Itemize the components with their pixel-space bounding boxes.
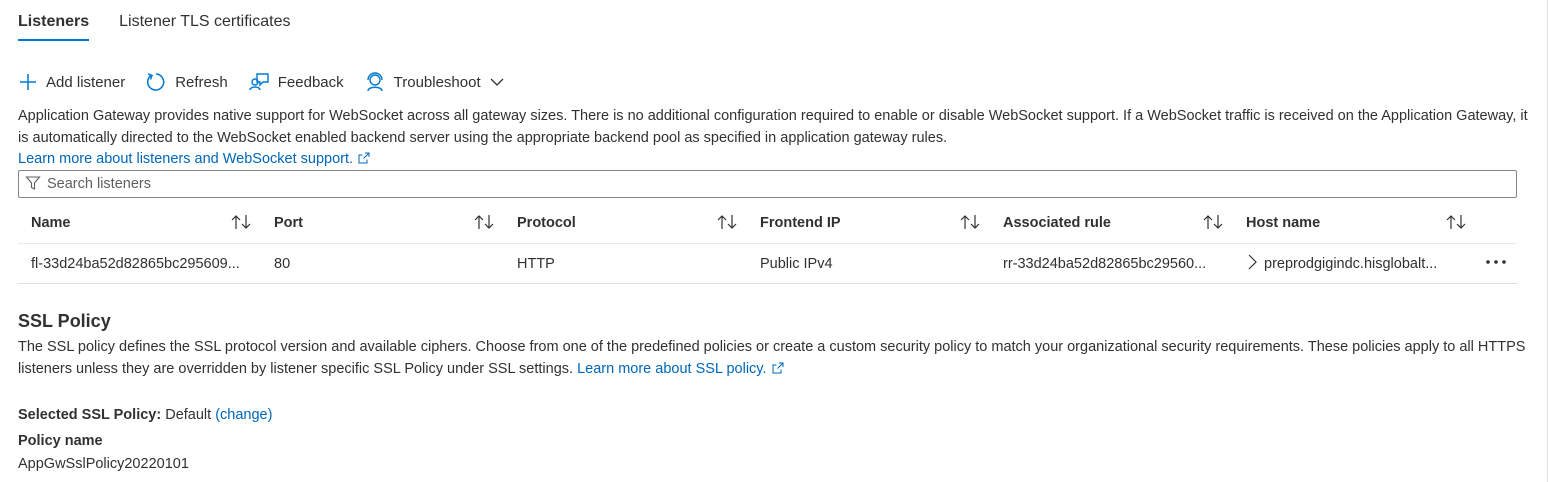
listeners-table: Name Port Protocol Frontend IP Associate…	[18, 202, 1517, 284]
ssl-policy-heading: SSL Policy	[18, 311, 111, 331]
column-header-name[interactable]: Name	[18, 214, 261, 231]
filter-icon	[25, 175, 41, 194]
feedback-label: Feedback	[277, 73, 344, 91]
change-ssl-policy-link[interactable]: (change)	[215, 407, 272, 423]
host-name-text: preprodgigindc.hisglobalt...	[1264, 255, 1438, 272]
websocket-description: Application Gateway provides native supp…	[18, 108, 1528, 146]
selected-ssl-policy: Selected SSL Policy: Default (change)	[18, 405, 272, 425]
sort-icon[interactable]	[473, 213, 495, 235]
table-header: Name Port Protocol Frontend IP Associate…	[18, 202, 1517, 244]
add-listener-button[interactable]: Add listener	[18, 72, 125, 92]
sort-icon[interactable]	[716, 213, 738, 235]
feedback-button[interactable]: Feedback	[248, 71, 344, 93]
learn-more-websocket-link[interactable]: Learn more about listeners and WebSocket…	[18, 149, 370, 170]
column-label: Protocol	[517, 214, 576, 231]
learn-more-websocket-text: Learn more about listeners and WebSocket…	[18, 151, 354, 167]
troubleshoot-label: Troubleshoot	[393, 73, 481, 91]
column-header-protocol[interactable]: Protocol	[504, 214, 747, 231]
troubleshoot-button[interactable]: Troubleshoot	[364, 71, 505, 93]
chevron-down-icon	[489, 74, 505, 90]
cell-associated-rule[interactable]: rr-33d24ba52d82865bc29560...	[990, 256, 1233, 272]
search-listeners-input[interactable]	[47, 176, 1447, 192]
sort-icon[interactable]	[230, 213, 252, 235]
plus-icon	[18, 72, 38, 92]
feedback-icon	[248, 71, 270, 93]
cell-protocol: HTTP	[517, 255, 555, 272]
column-header-frontend-ip[interactable]: Frontend IP	[747, 214, 990, 231]
tab-listeners[interactable]: Listeners	[18, 0, 90, 44]
column-label: Associated rule	[1003, 214, 1111, 231]
column-header-associated-rule[interactable]: Associated rule	[990, 214, 1233, 231]
cell-port: 80	[274, 255, 291, 272]
external-link-icon	[358, 150, 370, 170]
cell-frontend-ip: Public IPv4	[760, 255, 833, 272]
refresh-icon	[145, 71, 167, 93]
column-label: Name	[31, 214, 71, 231]
chevron-right-icon[interactable]	[1246, 253, 1258, 275]
listeners-page: Listeners Listener TLS certificates Add …	[0, 0, 1548, 482]
tab-bar: Listeners Listener TLS certificates	[18, 0, 290, 44]
selected-ssl-policy-label: Selected SSL Policy:	[18, 407, 162, 423]
refresh-button[interactable]: Refresh	[145, 71, 228, 93]
learn-more-ssl-text: Learn more about SSL policy.	[577, 361, 767, 377]
column-label: Frontend IP	[760, 214, 841, 231]
policy-name-value: AppGwSslPolicy20220101	[18, 456, 189, 472]
column-label: Port	[274, 214, 303, 231]
policy-name-label: Policy name	[18, 433, 103, 449]
more-icon[interactable]	[1484, 252, 1508, 275]
ssl-policy-description: The SSL policy defines the SSL protocol …	[18, 336, 1528, 381]
refresh-label: Refresh	[175, 73, 228, 91]
sort-icon[interactable]	[959, 213, 981, 235]
external-link-icon	[772, 359, 784, 381]
troubleshoot-icon	[364, 71, 386, 93]
selected-ssl-policy-value: Default	[165, 407, 212, 423]
command-bar: Add listener Refresh Feedback Troublesho…	[18, 68, 505, 96]
sort-icon[interactable]	[1202, 213, 1224, 235]
table-row[interactable]: fl-33d24ba52d82865bc295609... 80 HTTP Pu…	[18, 244, 1517, 284]
learn-more-ssl-link[interactable]: Learn more about SSL policy.	[577, 361, 783, 377]
sort-icon[interactable]	[1445, 213, 1467, 235]
column-header-port[interactable]: Port	[261, 214, 504, 231]
column-header-host-name[interactable]: Host name	[1233, 214, 1476, 231]
cell-host-name: preprodgigindc.hisglobalt...	[1233, 253, 1476, 275]
add-listener-label: Add listener	[46, 73, 126, 91]
cell-name[interactable]: fl-33d24ba52d82865bc295609...	[18, 256, 261, 272]
column-label: Host name	[1246, 214, 1321, 231]
search-listeners-box[interactable]	[18, 170, 1517, 198]
tab-listener-tls-certificates[interactable]: Listener TLS certificates	[119, 0, 290, 44]
